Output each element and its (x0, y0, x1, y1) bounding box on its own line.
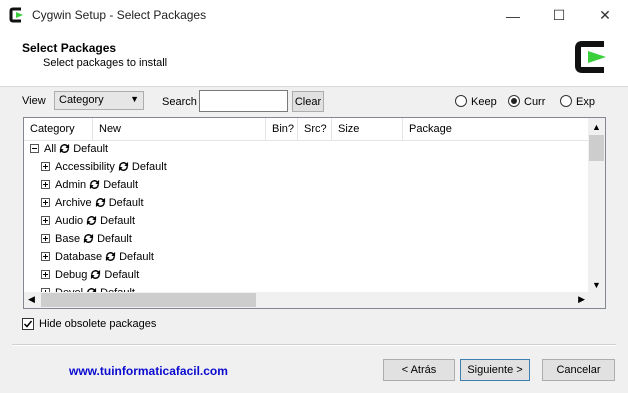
scroll-down-icon[interactable]: ▼ (592, 280, 601, 290)
tree-row[interactable]: Debug Default (41, 266, 139, 284)
footer-divider (12, 344, 616, 346)
close-icon: ✕ (599, 7, 611, 23)
tree-label: Debug (55, 269, 88, 281)
scroll-left-icon[interactable]: ◀ (28, 294, 35, 305)
website-link[interactable]: www.tuinformaticafacil.com (69, 364, 228, 378)
tree-value: Default (104, 269, 140, 281)
horizontal-scrollbar[interactable]: ◀ ▶ (24, 292, 589, 308)
expand-icon[interactable] (41, 233, 50, 243)
expand-icon[interactable] (41, 215, 50, 225)
column-header-row: Category New Bin? Src? Size Package (24, 118, 589, 141)
exp-label: Exp (576, 96, 595, 108)
curr-label: Curr (524, 96, 546, 108)
back-button-label: < Atrás (401, 364, 437, 376)
expand-icon[interactable] (41, 269, 50, 279)
next-button[interactable]: Siguiente > (460, 359, 530, 381)
window-title: Cygwin Setup - Select Packages (32, 8, 207, 22)
cancel-button[interactable]: Cancelar (542, 359, 615, 381)
minimize-button[interactable]: — (490, 0, 536, 31)
tree-row[interactable]: Archive Default (41, 194, 144, 212)
collapse-icon[interactable] (30, 143, 39, 153)
tree-value: Default (103, 179, 139, 191)
hide-obsolete-checkbox[interactable] (22, 318, 34, 330)
tree-value: Default (100, 215, 135, 227)
cycle-icon[interactable] (89, 179, 100, 190)
column-new[interactable]: New (93, 118, 266, 140)
cycle-icon[interactable] (86, 215, 97, 226)
tree-row[interactable]: Base Default (41, 230, 132, 248)
keep-radio[interactable] (455, 95, 467, 107)
wizard-header: Select Packages Select packages to insta… (0, 31, 628, 87)
tree-row[interactable]: Audio Default (41, 212, 135, 230)
keep-label: Keep (471, 96, 497, 108)
clear-button[interactable]: Clear (292, 91, 324, 112)
close-button[interactable]: ✕ (582, 0, 628, 31)
cycle-icon[interactable] (59, 143, 70, 154)
column-src[interactable]: Src? (298, 118, 332, 140)
tree-label: Admin (55, 179, 87, 191)
package-list[interactable]: Category New Bin? Src? Size Package All D… (23, 117, 606, 309)
view-label: View (22, 95, 46, 107)
maximize-icon: ☐ (552, 7, 566, 23)
cycle-icon[interactable] (90, 269, 101, 280)
tree-value: Default (108, 197, 144, 209)
tree-row-all[interactable]: All Default (30, 140, 108, 158)
tree-row[interactable]: Accessibility Default (41, 158, 167, 176)
column-size[interactable]: Size (332, 118, 403, 140)
tree-value: Default (97, 233, 132, 245)
expand-icon[interactable] (41, 179, 50, 189)
cygwin-logo-icon (574, 39, 610, 75)
view-select[interactable]: Category ▼ (54, 91, 144, 110)
tree-value: Default (119, 251, 154, 263)
tree-row[interactable]: Database Default (41, 248, 154, 266)
maximize-button[interactable]: ☐ (536, 0, 582, 31)
horizontal-scroll-thumb[interactable] (41, 293, 256, 307)
scroll-corner (588, 292, 605, 308)
expand-icon[interactable] (41, 197, 50, 207)
scroll-right-icon[interactable]: ▶ (578, 294, 585, 305)
column-category[interactable]: Category (24, 118, 93, 140)
scroll-up-icon[interactable]: ▲ (592, 122, 601, 132)
hide-obsolete-label: Hide obsolete packages (39, 318, 157, 330)
tree-label: Database (55, 251, 103, 263)
search-input[interactable] (199, 90, 288, 112)
tree-label: Accessibility (55, 161, 115, 173)
page-subtitle: Select packages to install (43, 57, 168, 69)
tree-label: Archive (55, 197, 92, 209)
tree-value: Default (131, 161, 167, 173)
chevron-down-icon: ▼ (130, 94, 139, 104)
cycle-icon[interactable] (95, 197, 106, 208)
curr-radio[interactable] (508, 95, 520, 107)
title-bar: Cygwin Setup - Select Packages — ☐ ✕ (0, 0, 628, 31)
minimize-icon: — (506, 7, 520, 24)
column-bin[interactable]: Bin? (266, 118, 298, 140)
cancel-button-label: Cancelar (556, 364, 601, 376)
vertical-scroll-thumb[interactable] (589, 135, 604, 161)
expand-icon[interactable] (41, 161, 50, 171)
page-title: Select Packages (22, 41, 117, 55)
cycle-icon[interactable] (118, 161, 129, 172)
cycle-icon[interactable] (83, 233, 94, 244)
tree-label: Audio (55, 215, 84, 227)
clear-button-label: Clear (294, 95, 322, 108)
vertical-scrollbar[interactable]: ▲ ▼ (588, 118, 605, 293)
view-select-value: Category (59, 94, 104, 106)
cycle-icon[interactable] (105, 251, 116, 262)
expand-icon[interactable] (41, 251, 50, 261)
search-label: Search (162, 96, 197, 108)
tree-label: Base (55, 233, 81, 245)
tree-value: Default (73, 143, 109, 155)
column-package[interactable]: Package (403, 118, 589, 140)
checkmark-icon (23, 320, 33, 328)
back-button[interactable]: < Atrás (383, 359, 455, 381)
tree-row[interactable]: Admin Default (41, 176, 138, 194)
tree-label: All (44, 143, 57, 155)
next-button-label: Siguiente > (467, 364, 523, 376)
exp-radio[interactable] (560, 95, 572, 107)
cygwin-logo-icon (9, 7, 23, 23)
